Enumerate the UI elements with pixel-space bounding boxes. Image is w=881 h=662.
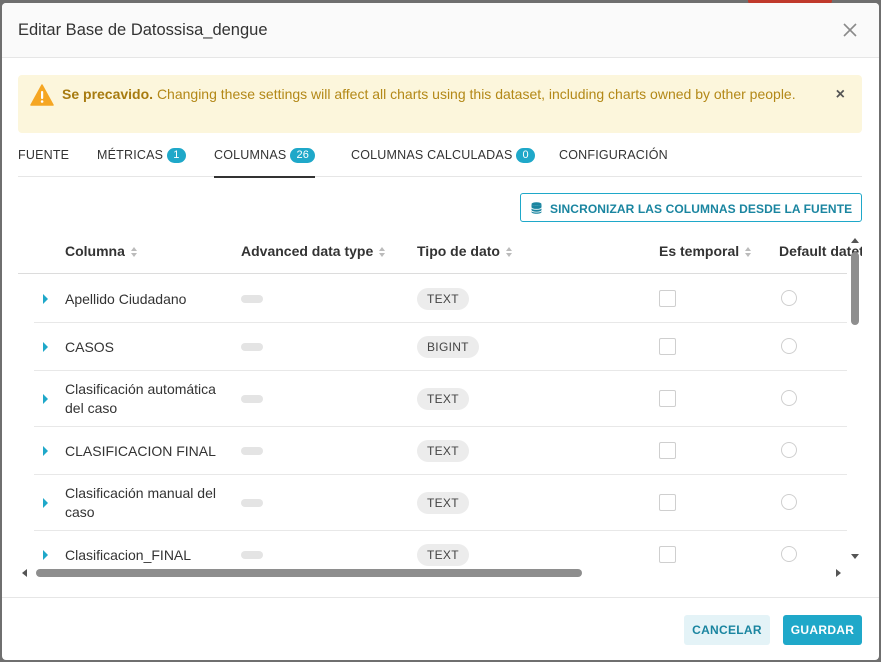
vertical-scroll-thumb[interactable] xyxy=(851,252,859,325)
data-type-tag: TEXT xyxy=(417,388,469,410)
data-type-tag: TEXT xyxy=(417,440,469,462)
is-temporal-checkbox[interactable] xyxy=(659,546,676,563)
is-temporal-checkbox[interactable] xyxy=(659,494,676,511)
advanced-data-type-placeholder xyxy=(241,343,263,351)
tab-label: MÉTRICAS xyxy=(97,148,164,162)
advanced-data-type-placeholder xyxy=(241,551,263,559)
close-icon[interactable] xyxy=(841,21,859,39)
default-datetime-radio[interactable] xyxy=(781,290,797,306)
table-row: Clasificación manual del caso TEXT xyxy=(34,475,847,531)
modal-footer: CANCELAR GUARDAR xyxy=(2,597,879,660)
scroll-right-arrow-icon[interactable] xyxy=(836,569,841,577)
column-name: Clasificación automática del caso xyxy=(65,381,216,416)
tab-bar: FUENTE MÉTRICAS 1 COLUMNAS 26 COLUMNAS CAL… xyxy=(18,139,862,178)
table-row: Clasificación automática del caso TEXT xyxy=(34,371,847,427)
column-header-tipo-de-dato[interactable]: Tipo de dato xyxy=(417,243,512,259)
tab-columnas[interactable]: COLUMNAS 26 xyxy=(214,148,316,178)
tab-count-badge: 1 xyxy=(167,148,186,163)
table-row: Apellido Ciudadano TEXT xyxy=(34,275,847,323)
tab-label: CONFIGURACIÓN xyxy=(559,148,668,162)
warning-alert: Se precavido. Changing these settings wi… xyxy=(18,75,862,133)
is-temporal-checkbox[interactable] xyxy=(659,442,676,459)
sort-icon xyxy=(505,247,512,257)
advanced-data-type-placeholder xyxy=(241,395,263,403)
expand-row-icon[interactable] xyxy=(43,342,48,352)
tab-configuracion[interactable]: CONFIGURACIÓN xyxy=(559,148,668,176)
expand-row-icon[interactable] xyxy=(43,394,48,404)
alert-close-icon[interactable]: × xyxy=(836,86,845,104)
table-row: CLASIFICACION FINAL TEXT xyxy=(34,427,847,475)
default-datetime-radio[interactable] xyxy=(781,390,797,406)
column-name: CLASIFICACION FINAL xyxy=(65,443,216,459)
is-temporal-checkbox[interactable] xyxy=(659,290,676,307)
data-type-tag: BIGINT xyxy=(417,336,479,358)
alert-title: Se precavido. xyxy=(62,86,154,102)
tab-label: COLUMNAS CALCULADAS xyxy=(351,148,513,162)
data-type-tag: TEXT xyxy=(417,288,469,310)
expand-row-icon[interactable] xyxy=(43,294,48,304)
expand-row-icon[interactable] xyxy=(43,550,48,560)
table-row: CASOS BIGINT xyxy=(34,323,847,371)
column-name: Apellido Ciudadano xyxy=(65,291,187,307)
is-temporal-checkbox[interactable] xyxy=(659,338,676,355)
tab-columnas-calculadas[interactable]: COLUMNAS CALCULADAS 0 xyxy=(351,148,535,176)
tab-fuente[interactable]: FUENTE xyxy=(18,148,69,176)
data-type-tag: TEXT xyxy=(417,492,469,514)
header-label: Es temporal xyxy=(659,243,740,259)
column-header-es-temporal[interactable]: Es temporal xyxy=(659,243,752,259)
header-label: Tipo de dato xyxy=(417,243,500,259)
column-name: Clasificación manual del caso xyxy=(65,485,216,520)
sort-icon xyxy=(745,247,752,257)
warning-icon xyxy=(30,84,54,106)
horizontal-scroll-thumb[interactable] xyxy=(36,569,582,577)
default-datetime-radio[interactable] xyxy=(781,494,797,510)
tab-metricas[interactable]: MÉTRICAS 1 xyxy=(97,148,186,176)
alert-message: Changing these settings will affect all … xyxy=(156,86,796,102)
column-header-advanced-data-type[interactable]: Advanced data type xyxy=(241,243,386,259)
sync-columns-button[interactable]: SINCRONIZAR LAS COLUMNAS DESDE LA FUENTE xyxy=(520,193,862,222)
column-name: CASOS xyxy=(65,339,115,355)
scroll-down-arrow-icon[interactable] xyxy=(851,554,859,559)
scroll-left-arrow-icon[interactable] xyxy=(22,569,27,577)
modal-title: Editar Base de Datossisa_dengue xyxy=(18,21,268,39)
save-button[interactable]: GUARDAR xyxy=(783,615,862,645)
tab-count-badge: 26 xyxy=(290,148,316,163)
scroll-up-arrow-icon[interactable] xyxy=(851,238,859,243)
database-icon xyxy=(531,202,542,214)
default-datetime-radio[interactable] xyxy=(781,338,797,354)
header-label: Advanced data type xyxy=(241,243,374,259)
table-header: Columna Advanced data type Tipo de dato … xyxy=(18,235,862,274)
horizontal-scrollbar[interactable] xyxy=(18,566,848,580)
expand-row-icon[interactable] xyxy=(43,446,48,456)
columns-table: Columna Advanced data type Tipo de dato … xyxy=(18,235,862,581)
tab-label: COLUMNAS xyxy=(214,148,287,162)
default-datetime-radio[interactable] xyxy=(781,546,797,562)
column-name: Clasificacion_FINAL xyxy=(65,547,192,563)
modal-header: Editar Base de Datossisa_dengue xyxy=(2,3,879,58)
column-header-columna[interactable]: Columna xyxy=(65,243,137,259)
sort-icon xyxy=(130,247,137,257)
is-temporal-checkbox[interactable] xyxy=(659,390,676,407)
cancel-button[interactable]: CANCELAR xyxy=(684,615,770,645)
data-type-tag: TEXT xyxy=(417,544,469,566)
alert-text: Se precavido. Changing these settings wi… xyxy=(62,83,822,105)
advanced-data-type-placeholder xyxy=(241,295,263,303)
tab-count-badge: 0 xyxy=(516,148,535,163)
header-label: Columna xyxy=(65,243,125,259)
sync-columns-label: SINCRONIZAR LAS COLUMNAS DESDE LA FUENTE xyxy=(550,202,853,216)
advanced-data-type-placeholder xyxy=(241,447,263,455)
vertical-scrollbar[interactable] xyxy=(848,235,862,565)
sort-icon xyxy=(379,247,386,257)
expand-row-icon[interactable] xyxy=(43,498,48,508)
tab-label: FUENTE xyxy=(18,148,70,162)
edit-dataset-modal: Editar Base de Datossisa_dengue Se preca… xyxy=(2,3,879,660)
default-datetime-radio[interactable] xyxy=(781,442,797,458)
advanced-data-type-placeholder xyxy=(241,499,263,507)
